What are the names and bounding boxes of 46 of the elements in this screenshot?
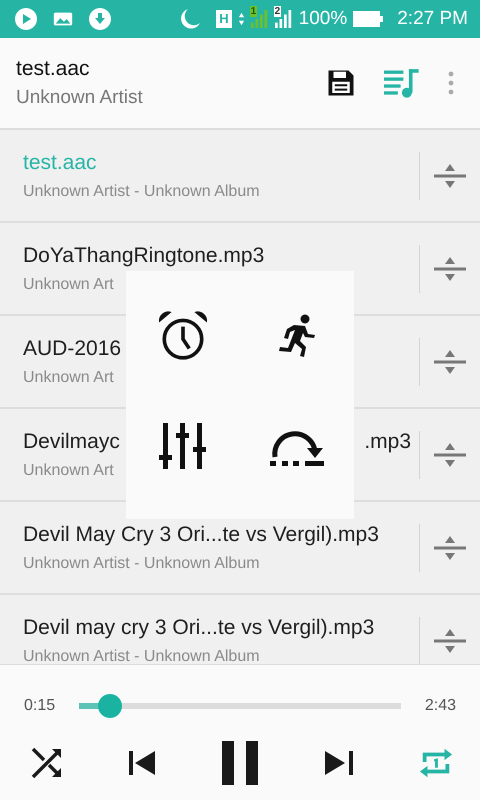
- track-subtitle: Unknown Artist - Unknown Album: [23, 182, 261, 200]
- sim-number: 2: [274, 6, 282, 17]
- pause-icon[interactable]: [222, 740, 260, 784]
- download-icon: [88, 7, 112, 31]
- track-subtitle: Unknown Artist - Unknown Album: [23, 554, 261, 572]
- drag-handle-icon[interactable]: [434, 442, 466, 468]
- play-icon: [14, 7, 38, 31]
- track-title: Devil May Cry 3 Ori...te vs Vergil).mp3: [23, 522, 379, 546]
- track-subtitle: Unknown Art: [23, 368, 115, 386]
- song-title: test.aac: [16, 57, 91, 81]
- track-title: test.aac: [23, 150, 97, 174]
- drag-handle-icon[interactable]: [434, 348, 466, 374]
- next-icon[interactable]: [325, 750, 353, 774]
- battery-icon: [353, 11, 384, 27]
- equalizer-icon[interactable]: [158, 421, 208, 471]
- seek-slider[interactable]: [79, 694, 401, 718]
- elapsed-time: 0:15: [24, 697, 56, 715]
- track-title: .mp3: [364, 430, 411, 454]
- track-subtitle: Unknown Art: [23, 462, 115, 480]
- track-title: Devil may cry 3 Ori...te vs Vergil).mp3: [23, 616, 374, 640]
- previous-icon[interactable]: [129, 750, 157, 774]
- shuffle-icon[interactable]: [30, 746, 64, 780]
- drag-handle-icon[interactable]: [434, 534, 466, 560]
- data-arrows-icon: [238, 12, 245, 26]
- network-type: H: [216, 10, 232, 28]
- song-artist: Unknown Artist: [16, 87, 144, 109]
- track-subtitle: Unknown Art: [23, 276, 115, 294]
- save-icon[interactable]: [326, 68, 356, 98]
- signal-icon: [274, 9, 293, 29]
- track-subtitle: Unknown Artist - Unknown Album: [23, 648, 261, 664]
- running-person-icon[interactable]: [277, 314, 317, 358]
- sim-number: 1: [250, 6, 258, 17]
- seek-thumb[interactable]: [98, 694, 122, 718]
- playlist-icon[interactable]: [384, 66, 420, 100]
- more-icon[interactable]: [448, 71, 454, 95]
- total-time: 2:43: [424, 697, 456, 715]
- drag-handle-icon[interactable]: [434, 628, 466, 654]
- drag-handle-icon[interactable]: [434, 256, 466, 282]
- track-title: AUD-2016: [23, 336, 122, 360]
- track-title: Devilmayc: [23, 430, 120, 454]
- drag-handle-icon[interactable]: [434, 162, 466, 188]
- battery-percent: 100%: [298, 8, 348, 30]
- track-title: DoYaThangRingtone.mp3: [23, 244, 264, 268]
- moon-icon: [178, 7, 202, 31]
- signal-icon: [250, 9, 269, 29]
- clock: 2:27 PM: [397, 8, 468, 30]
